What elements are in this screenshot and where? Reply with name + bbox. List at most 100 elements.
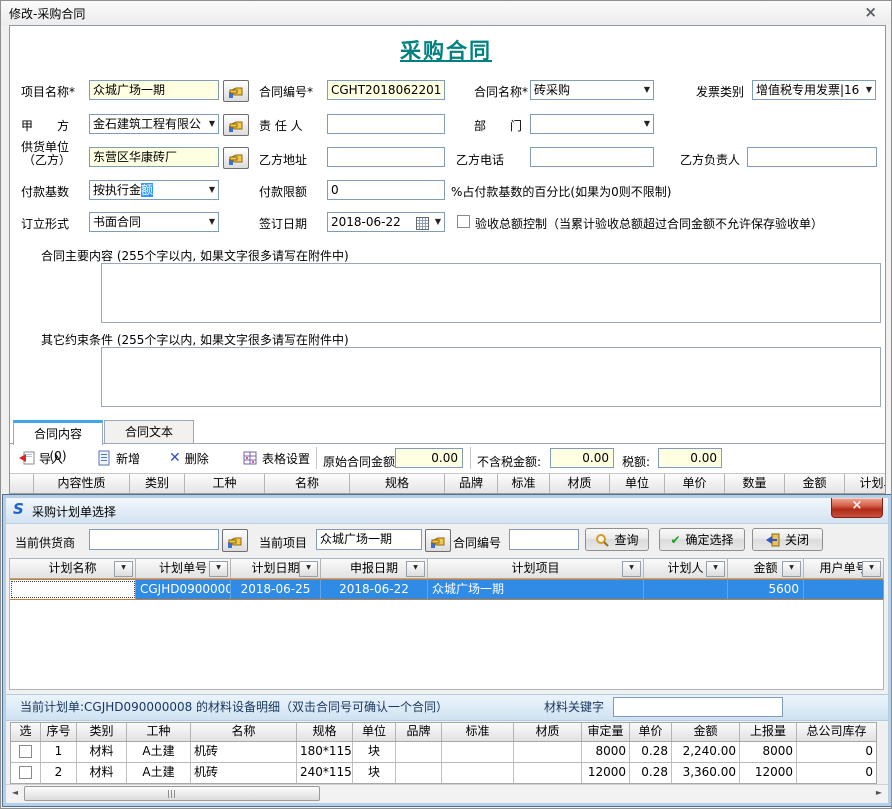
col-header[interactable]: 计划名称▼ [10,559,136,578]
cell-reported-qty[interactable]: 12000 [740,763,797,783]
col-header[interactable]: 审定量 [582,723,630,741]
cell-trade[interactable]: A土建 [127,742,191,762]
filter-dropdown-icon[interactable]: ▼ [706,561,725,577]
cell-plan-no[interactable]: CGJHD090000008 [136,580,231,599]
cell-amount[interactable]: 5600 [728,580,804,599]
filter-dropdown-icon[interactable]: ▼ [862,561,881,577]
cell-unit[interactable]: 块 [353,742,396,762]
cell-hq-stock[interactable]: 0 [797,763,876,783]
col-header[interactable]: 数量 [725,474,785,493]
material-keyword-input[interactable] [613,697,783,717]
cell-user-no[interactable] [804,580,884,599]
cell-unit-price[interactable]: 0.28 [630,763,672,783]
col-header[interactable]: 计划日期▼ [231,559,321,578]
orig-amount-input[interactable]: 0.00 [395,448,463,468]
tab-contract-text[interactable]: 合同文本 (0) [104,420,194,444]
filter-dropdown-icon[interactable]: ▼ [782,561,801,577]
responsible-input[interactable] [327,114,445,134]
sign-date-input[interactable]: 2018-06-22 ▼ [327,212,445,232]
cell-unit[interactable]: 块 [353,763,396,783]
chevron-down-icon[interactable]: ▼ [644,120,650,128]
current-project-input[interactable]: 众城广场一期 [316,529,422,550]
invoice-type-select[interactable]: 增值税专用发票|16 ▼ [752,80,876,100]
notax-amount-input[interactable]: 0.00 [550,448,614,468]
col-header[interactable]: 计划单 [845,474,885,493]
department-select[interactable]: ▼ [530,114,654,134]
cell-seq[interactable]: 1 [41,742,77,762]
chevron-down-icon[interactable]: ▼ [866,86,872,94]
cell-material[interactable] [514,742,582,762]
chevron-down-icon[interactable]: ▼ [644,86,650,94]
cell-approved-qty[interactable]: 12000 [582,763,630,783]
close-button[interactable]: 关闭 [752,528,823,551]
cell-spec[interactable]: 180*115* [297,742,353,762]
scrollbar-thumb[interactable] [24,786,320,801]
detail-row[interactable]: 1 材料 A土建 机砖 180*115* 块 8000 0.28 2,240.0… [11,742,876,763]
col-header[interactable]: 品牌 [396,723,442,741]
project-picker-button[interactable] [223,80,249,102]
add-button[interactable]: 新增 [92,448,144,468]
dialog-close-button[interactable]: × [831,498,883,518]
col-header[interactable]: 单价 [630,723,672,741]
chevron-down-icon[interactable]: ▼ [209,186,215,194]
tax-amount-input[interactable]: 0.00 [658,448,722,468]
plan-row-selected[interactable]: CGJHD090000008 2018-06-25 2018-06-22 众城广… [10,579,883,600]
filter-dropdown-icon[interactable]: ▼ [299,561,318,577]
supplier-picker-button[interactable] [222,529,248,552]
project-name-input[interactable]: 众城广场一期 [89,80,219,100]
col-header[interactable]: 金额 [672,723,740,741]
col-header[interactable]: 总公司库存 [797,723,876,741]
cell-material[interactable] [514,763,582,783]
col-header[interactable]: 计划单号▼ [136,559,231,578]
col-header[interactable]: 工种 [185,474,265,493]
col-header[interactable]: 计划人▼ [644,559,728,578]
contract-name-select[interactable]: 砖采购 ▼ [530,80,654,100]
cell-plan-date[interactable]: 2018-06-25 [231,580,321,599]
party-b-phone-input[interactable] [530,147,654,167]
cell-name[interactable]: 机砖 [191,763,297,783]
col-header[interactable]: 选 [11,723,41,741]
cell-trade[interactable]: A土建 [127,763,191,783]
scroll-right-icon[interactable]: ► [870,785,888,802]
row-checkbox[interactable] [19,766,32,779]
col-header[interactable]: 单位 [610,474,665,493]
col-header[interactable]: 材质 [514,723,582,741]
payment-base-select[interactable]: 按执行金额 ▼ [89,180,219,200]
cell-brand[interactable] [396,763,442,783]
search-button[interactable]: 查询 [585,528,649,551]
cell-standard[interactable] [442,763,514,783]
contract-no-input[interactable]: CGHT2018062201 [327,80,445,100]
filter-dropdown-icon[interactable]: ▼ [622,561,641,577]
row-checkbox[interactable] [19,745,32,758]
project-picker-button[interactable] [425,529,451,552]
col-header[interactable]: 品牌 [445,474,498,493]
main-content-textarea[interactable] [101,263,881,323]
col-header[interactable]: 金额 [785,474,845,493]
other-terms-textarea[interactable] [101,347,881,407]
party-b-leader-input[interactable] [747,147,877,167]
payment-limit-input[interactable]: 0 [327,180,445,200]
detail-row[interactable]: 2 材料 A土建 机砖 240*115* 块 12000 0.28 3,360.… [11,763,876,783]
cell-seq[interactable]: 2 [41,763,77,783]
cell-category[interactable]: 材料 [77,742,127,762]
party-a-picker-button[interactable] [223,114,249,136]
col-header[interactable]: 工种 [127,723,191,741]
col-header[interactable]: 标准 [442,723,514,741]
col-header[interactable]: 上报量 [740,723,797,741]
cell-hq-stock[interactable]: 0 [797,742,876,762]
cell-amount[interactable]: 2,240.00 [672,742,740,762]
form-type-select[interactable]: 书面合同 ▼ [89,212,219,232]
col-header[interactable]: 用户单号▼ [804,559,884,578]
confirm-select-button[interactable]: ✔ 确定选择 [659,528,745,551]
contract-no-input[interactable] [509,529,579,550]
cell-report-date[interactable]: 2018-06-22 [321,580,428,599]
col-header[interactable]: 计划项目▼ [428,559,644,578]
col-header[interactable]: 序号 [41,723,77,741]
scroll-left-icon[interactable]: ◄ [6,785,24,802]
cell-spec[interactable]: 240*115* [297,763,353,783]
col-header[interactable]: 规格 [350,474,445,493]
delete-button[interactable]: ✕ 删除 [165,448,213,468]
calendar-icon[interactable] [416,217,429,230]
col-header[interactable]: 名称 [265,474,350,493]
filter-dropdown-icon[interactable]: ▼ [406,561,425,577]
